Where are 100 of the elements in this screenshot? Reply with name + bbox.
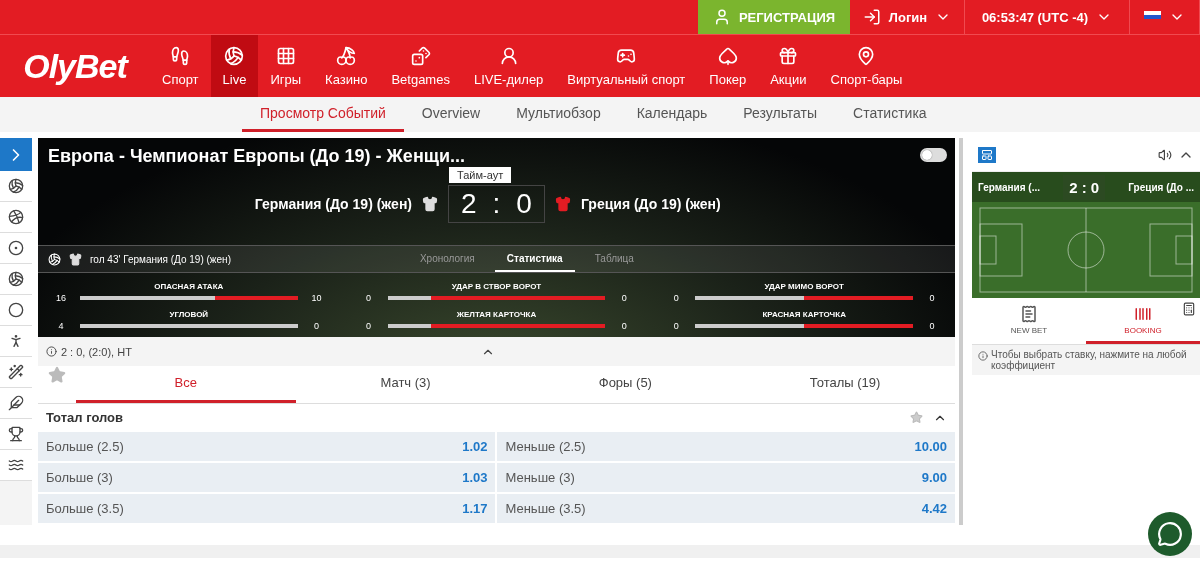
- odds-button[interactable]: Меньше (2.5) 10.00: [497, 432, 955, 461]
- team-name: Германия (...: [978, 181, 1040, 193]
- last-event: гол 43' Германия (До 19) (жен): [89, 253, 232, 265]
- spade-icon: [717, 45, 738, 66]
- dice-icon: [410, 45, 431, 66]
- stat-name: КРАСНАЯ КАРТОЧКА: [761, 309, 847, 319]
- sport-button[interactable]: [0, 450, 32, 481]
- stat-value: 0: [672, 321, 680, 331]
- stat-value: 0: [620, 321, 628, 331]
- person-icon: [498, 45, 519, 66]
- sport-button[interactable]: [0, 388, 32, 419]
- login-button[interactable]: Логин: [850, 0, 965, 34]
- stat-name: ОПАСНАЯ АТАКА: [153, 281, 225, 291]
- sport-button[interactable]: [0, 357, 32, 388]
- scrollbar[interactable]: [959, 138, 963, 525]
- logo[interactable]: OlyBet: [0, 35, 150, 97]
- market-tab[interactable]: Форы (5): [515, 366, 736, 403]
- sound-icon[interactable]: [1158, 147, 1172, 162]
- info-icon: [978, 351, 988, 361]
- stat-name: УДАР МИМО ВОРОТ: [763, 281, 845, 291]
- market-tab[interactable]: Все: [75, 366, 296, 403]
- info-icon: [45, 346, 57, 358]
- basketball-icon: [7, 209, 24, 225]
- nav-item[interactable]: Игры: [258, 35, 314, 97]
- odds-button[interactable]: Больше (2.5) 1.02: [37, 432, 496, 461]
- betslip-tab[interactable]: NEW BET: [972, 298, 1086, 344]
- star-icon[interactable]: [910, 410, 923, 424]
- market-title: Тотал голов: [45, 410, 124, 426]
- ball-icon: [224, 45, 245, 66]
- market-tab[interactable]: Матч (3): [295, 366, 516, 403]
- cherry-icon: [336, 45, 357, 66]
- shirt-icon: [68, 252, 82, 266]
- odds-button[interactable]: Больше (3.5) 1.17: [37, 494, 496, 523]
- sport-button[interactable]: [0, 419, 32, 450]
- toggle-switch[interactable]: [920, 148, 947, 162]
- sport-button[interactable]: [0, 264, 32, 295]
- team-name: Германия (До 19) (жен): [253, 196, 412, 212]
- odds-button[interactable]: Больше (3) 1.03: [37, 463, 496, 492]
- stat-value: 16: [54, 293, 67, 303]
- odds-button[interactable]: Меньше (3) 9.00: [497, 463, 955, 492]
- event-tab[interactable]: Статистика: [494, 246, 575, 272]
- volleyball-icon: [7, 271, 24, 287]
- chat-icon: [1157, 521, 1183, 547]
- stat-value: 0: [313, 321, 321, 331]
- nav-item[interactable]: LIVE-дилер: [461, 35, 556, 97]
- sport-button[interactable]: [0, 202, 32, 233]
- odds-button[interactable]: Меньше (3.5) 4.42: [497, 494, 955, 523]
- team-name: Греция (До 19) (жен): [580, 196, 722, 212]
- shirt-icon: [422, 196, 438, 212]
- sport-button[interactable]: [0, 295, 32, 326]
- receipt-icon: [1020, 304, 1038, 323]
- nav-item[interactable]: Акции: [758, 35, 819, 97]
- sport-button[interactable]: [0, 171, 32, 202]
- nav-item[interactable]: Покер: [697, 35, 759, 97]
- stat-value: 0: [928, 321, 936, 331]
- nav-item[interactable]: Live: [210, 35, 259, 97]
- sub-nav-tab[interactable]: Статистика: [835, 97, 945, 132]
- calculator-icon[interactable]: [1182, 302, 1196, 316]
- score-summary: 2 : 0, (2:0), НТ: [60, 345, 132, 358]
- event-tab[interactable]: Хронология: [407, 246, 487, 272]
- stat-name: УДАР В СТВОР ВОРОТ: [450, 281, 543, 291]
- stat-value: 0: [672, 293, 680, 303]
- stat-value: 0: [365, 321, 373, 331]
- score: 0: [516, 188, 532, 220]
- score-separator: :: [492, 188, 501, 220]
- stat-value: 0: [928, 293, 936, 303]
- shirt-icon: [554, 196, 571, 212]
- nav-item[interactable]: Казино: [313, 35, 380, 97]
- pitch-view-button[interactable]: [978, 146, 996, 163]
- gift-icon: [778, 45, 799, 66]
- score: 2 : 0: [1063, 174, 1106, 200]
- sport-button[interactable]: [0, 326, 32, 357]
- sub-nav-tab[interactable]: Результаты: [725, 97, 836, 132]
- sub-nav-tab[interactable]: Overview: [403, 97, 499, 132]
- ball-icon: [7, 178, 24, 194]
- stat-value: 0: [365, 293, 373, 303]
- sub-nav-tab[interactable]: Мультиобзор: [498, 97, 619, 132]
- score: 2: [461, 188, 477, 220]
- market-tab[interactable]: Тоталы (19): [735, 366, 955, 403]
- time-dropdown[interactable]: 06:53:47 (UTC -4): [965, 0, 1130, 34]
- stat-name: УГЛОВОЙ: [168, 309, 210, 319]
- event-tab[interactable]: Таблица: [582, 246, 646, 272]
- nav-item[interactable]: Спорт-бары: [818, 35, 915, 97]
- match-status: Тайм-аут: [449, 167, 512, 183]
- team-name: Греция (До ...: [1128, 181, 1194, 193]
- login-icon: [862, 8, 881, 26]
- nav-item[interactable]: Betgames: [379, 35, 462, 97]
- grid-icon: [275, 45, 296, 66]
- stat-name: ЖЕЛТАЯ КАРТОЧКА: [455, 309, 538, 319]
- chat-button[interactable]: [1148, 512, 1192, 556]
- stat-value: 0: [620, 293, 628, 303]
- nav-item[interactable]: Виртуальный спорт: [555, 35, 698, 97]
- ball-icon: [47, 252, 61, 266]
- nav-item[interactable]: Спорт: [150, 35, 211, 97]
- sport-button[interactable]: [0, 233, 32, 264]
- sub-nav-tab[interactable]: Просмотр Событий: [242, 97, 404, 132]
- sub-nav-tab[interactable]: Календарь: [618, 97, 726, 132]
- event-title: Европа - Чемпионат Европы (До 19) - Женщи...: [47, 146, 465, 167]
- stat-value: 10: [310, 293, 323, 303]
- betslip-hint: Чтобы выбрать ставку, нажмите на любой коэффициент: [991, 349, 1188, 371]
